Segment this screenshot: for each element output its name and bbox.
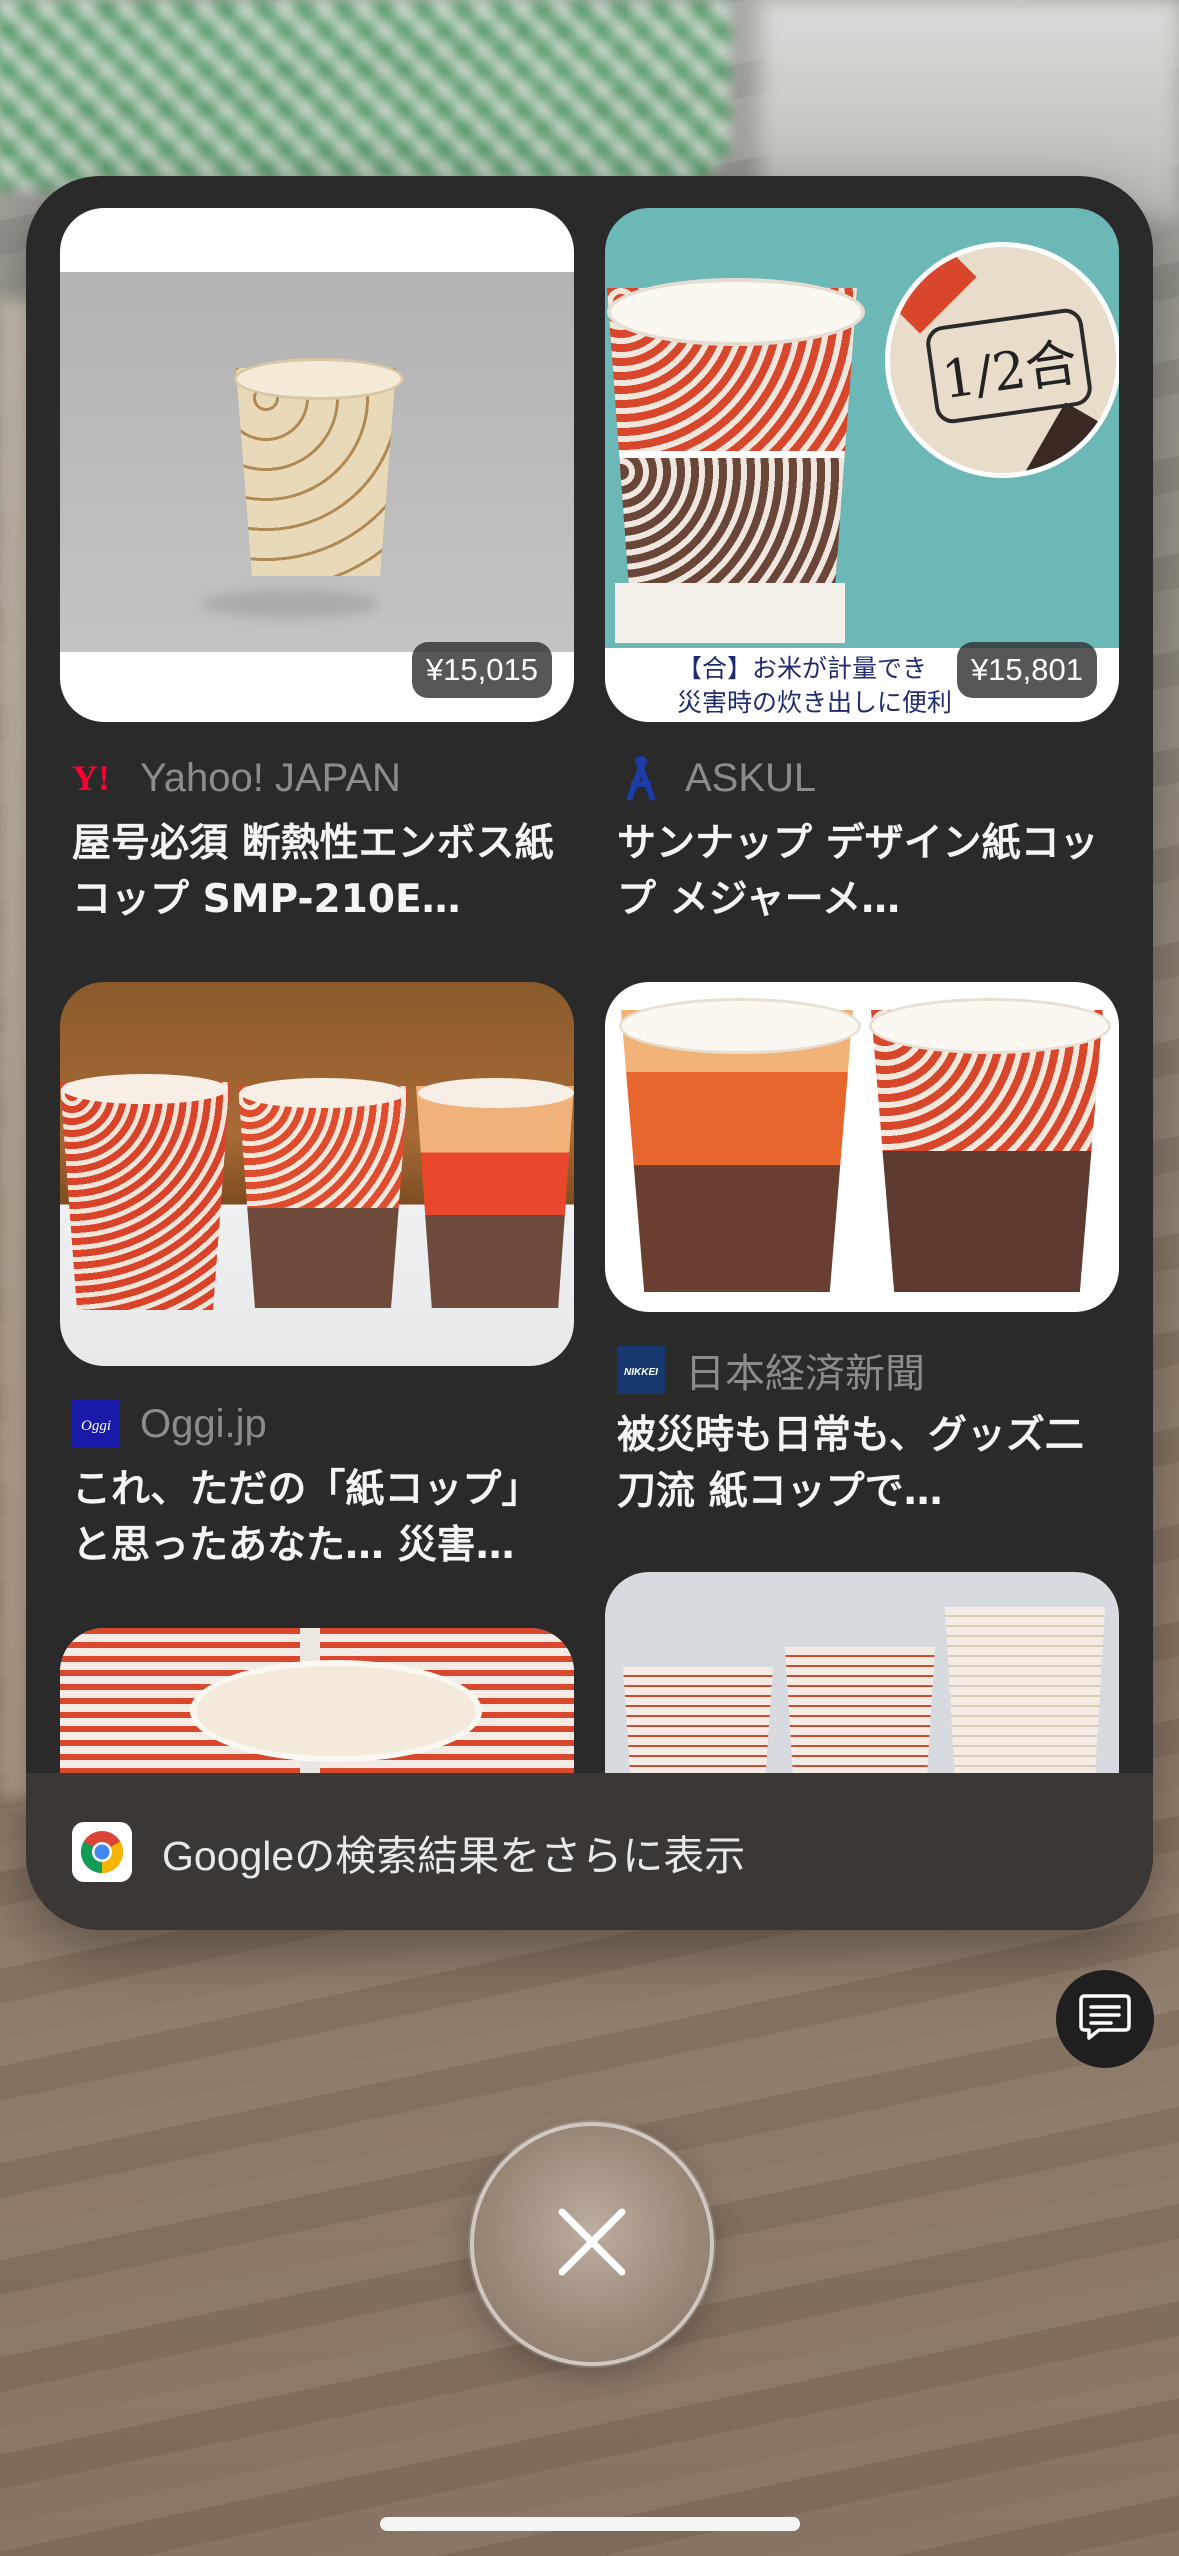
result-title[interactable]: 被災時も日常も、グッズ二刀流 紙コップで…	[617, 1408, 1107, 1520]
price-badge: ¥15,015	[411, 642, 552, 698]
oggi-logo-icon: Oggi	[72, 1400, 120, 1448]
result-image[interactable]	[60, 982, 574, 1366]
feedback-button[interactable]	[1056, 1970, 1154, 2068]
result-image[interactable]: 1/2合 【合】お米が計量でき 災害時の炊き出しに便利 ¥15,801	[605, 208, 1119, 722]
svg-text:NIKKEI: NIKKEI	[624, 1367, 658, 1378]
cup-image	[238, 1086, 408, 1308]
chrome-icon	[72, 1821, 132, 1882]
yahoo-logo-icon: Y!	[72, 754, 120, 802]
results-sheet[interactable]: ¥15,015 Y! Yahoo! JAPAN 屋号必須 断熱性エンボス紙コップ…	[26, 176, 1153, 1930]
close-button[interactable]	[470, 2122, 714, 2366]
more-results-button[interactable]: Googleの検索結果をさらに表示	[26, 1773, 1153, 1930]
result-source: Y! Yahoo! JAPAN	[72, 753, 401, 803]
home-indicator[interactable]	[380, 2517, 800, 2531]
nikkei-logo-icon: NIKKEI	[617, 1346, 665, 1394]
result-source: Oggi Oggi.jp	[72, 1399, 267, 1449]
message-icon	[1079, 1992, 1131, 2046]
result-title[interactable]: サンナップ デザイン紙コップ メジャーメ…	[617, 816, 1107, 928]
result-source: ASKUL	[617, 753, 816, 803]
more-results-label: Googleの検索結果をさらに表示	[162, 1832, 746, 1879]
svg-text:Y!: Y!	[72, 760, 110, 796]
result-image[interactable]	[605, 982, 1119, 1312]
close-icon	[556, 2206, 628, 2282]
result-source: NIKKEI 日本経済新聞	[617, 1345, 925, 1396]
result-title[interactable]: これ、ただの「紙コップ」と思ったあなた… 災害…	[72, 1462, 562, 1574]
svg-text:Oggi: Oggi	[81, 1418, 111, 1434]
result-image[interactable]: ¥15,015	[60, 208, 574, 722]
askul-logo-icon	[617, 754, 665, 802]
green-cloth	[0, 0, 730, 190]
result-title[interactable]: 屋号必須 断熱性エンボス紙コップ SMP-210E…	[72, 816, 562, 928]
cup-image	[190, 1660, 482, 1762]
cup-image	[416, 1086, 574, 1308]
zoom-inset: 1/2合	[885, 242, 1119, 478]
price-badge: ¥15,801	[956, 642, 1097, 698]
cup-image	[60, 1082, 230, 1310]
